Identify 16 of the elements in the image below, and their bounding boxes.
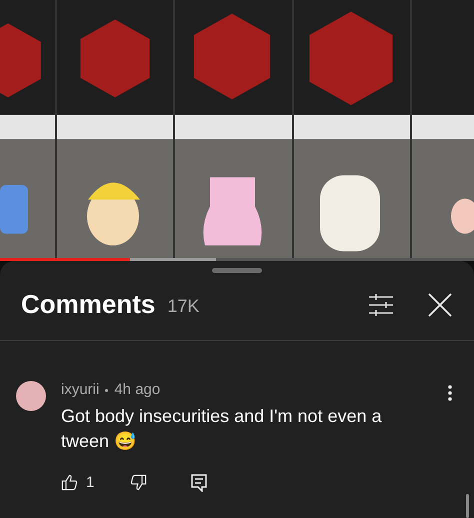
drag-handle[interactable] <box>212 268 262 273</box>
like-icon[interactable] <box>61 474 78 492</box>
comment-text: Got body insecurities and I'm not even a tween 😅 <box>61 406 382 450</box>
comment-author[interactable]: ixyurii <box>61 379 100 402</box>
scrollbar[interactable] <box>466 494 469 518</box>
close-icon[interactable] <box>428 292 452 316</box>
like-count: 1 <box>86 472 94 492</box>
avatar[interactable] <box>16 381 46 411</box>
reply-icon[interactable] <box>191 474 208 492</box>
comment-time: 4h ago <box>114 380 160 400</box>
comments-title: Comments <box>21 288 156 321</box>
comment-count: 17K <box>167 294 200 318</box>
filter-icon[interactable] <box>368 294 394 316</box>
dislike-icon[interactable] <box>130 474 148 492</box>
progress-track[interactable] <box>0 258 474 261</box>
more-options-icon[interactable] <box>448 385 452 401</box>
